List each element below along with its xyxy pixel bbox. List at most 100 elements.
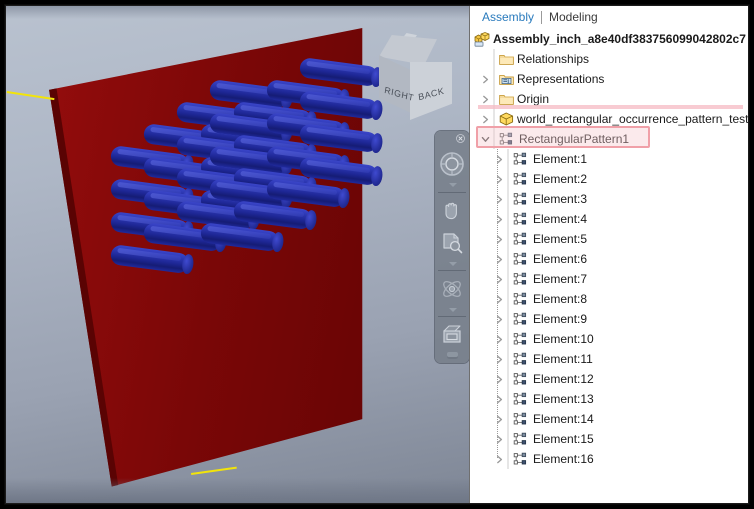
tree-connector	[491, 49, 499, 69]
chevron-down-icon-zoom[interactable]	[449, 262, 457, 266]
pattern-element-icon	[513, 352, 530, 367]
pattern-element-icon	[513, 452, 530, 467]
nav-separator-1	[438, 192, 466, 193]
pattern-element-icon	[513, 392, 530, 407]
navigation-bar[interactable]	[435, 131, 469, 363]
tree-node-element-7-label: Element:7	[533, 272, 588, 286]
cylinder-element[interactable]	[109, 244, 190, 275]
chevron-down-icon[interactable]	[480, 129, 491, 149]
tree-node-origin[interactable]: Origin	[470, 89, 749, 109]
chevron-down-icon-wheel[interactable]	[449, 183, 457, 187]
tree-node-element-16-label: Element:16	[533, 452, 594, 466]
tree-node-element-2-label: Element:2	[533, 172, 588, 186]
tree-node-element-15[interactable]: Element:15	[470, 429, 749, 449]
look-at-icon[interactable]	[439, 319, 465, 351]
navbar-drag-handle[interactable]	[447, 352, 458, 359]
tree-node-element-4[interactable]: Element:4	[470, 209, 749, 229]
tree-node-element-10[interactable]: Element:10	[470, 329, 749, 349]
tree-node-element-13[interactable]: Element:13	[470, 389, 749, 409]
chevron-right-icon[interactable]	[494, 229, 505, 249]
tab-assembly[interactable]: Assembly	[476, 10, 540, 24]
browser-tabs[interactable]: Assembly Modeling	[470, 5, 749, 29]
orbit-icon[interactable]	[439, 273, 465, 305]
pattern-element-icon	[513, 372, 530, 387]
part-cube-icon	[499, 112, 514, 126]
chevron-down-icon-orbit[interactable]	[449, 308, 457, 312]
tree-node-element-1-label: Element:1	[533, 152, 588, 166]
tab-divider	[541, 10, 543, 24]
tree-node-origin-label: Origin	[517, 92, 550, 106]
tree-node-element-9-label: Element:9	[533, 312, 588, 326]
tree-node-element-7[interactable]: Element:7	[470, 269, 749, 289]
chevron-right-icon[interactable]	[494, 369, 505, 389]
tree-connector	[505, 269, 513, 289]
chevron-right-icon[interactable]	[494, 149, 505, 169]
chevron-right-icon[interactable]	[494, 449, 505, 469]
chevron-right-icon[interactable]	[494, 269, 505, 289]
tree-connector	[505, 289, 513, 309]
tree-node-element-14-label: Element:14	[533, 412, 594, 426]
tree-node-element-14[interactable]: Element:14	[470, 409, 749, 429]
chevron-right-icon[interactable]	[494, 289, 505, 309]
chevron-right-icon[interactable]	[494, 249, 505, 269]
pattern-element-icon	[513, 332, 530, 347]
pan-hand-icon[interactable]	[439, 195, 465, 225]
tree-node-element-11[interactable]: Element:11	[470, 349, 749, 369]
chevron-right-icon[interactable]	[494, 349, 505, 369]
tree-node-relationships[interactable]: Relationships	[470, 49, 749, 69]
folder-icon	[499, 53, 514, 66]
tree-connector	[505, 189, 513, 209]
pattern-element-icon	[513, 292, 530, 307]
tree-node-element-2[interactable]: Element:2	[470, 169, 749, 189]
chevron-right-icon[interactable]	[480, 69, 491, 89]
tree-node-element-4-label: Element:4	[533, 212, 588, 226]
tree-node-element-3-label: Element:3	[533, 192, 588, 206]
tree-node-element-3[interactable]: Element:3	[470, 189, 749, 209]
chevron-right-icon[interactable]	[494, 409, 505, 429]
tree-connector	[505, 309, 513, 329]
chevron-right-icon[interactable]	[494, 169, 505, 189]
tree-node-element-16[interactable]: Element:16	[470, 449, 749, 469]
tree-connector	[505, 409, 513, 429]
tree-node-element-8[interactable]: Element:8	[470, 289, 749, 309]
chevron-right-icon[interactable]	[494, 429, 505, 449]
tree-node-element-1[interactable]: Element:1	[470, 149, 749, 169]
tree-node-root-label: Assembly_inch_a8e40df383756099042802c7	[493, 32, 746, 46]
pattern-element-icon	[513, 412, 530, 427]
chevron-right-icon[interactable]	[494, 209, 505, 229]
chevron-right-icon[interactable]	[480, 109, 491, 129]
tree-connector	[491, 129, 499, 149]
tree-node-world-rectangular-occurrence-pattern-test-asse[interactable]: world_rectangular_occurrence_pattern_tes…	[470, 109, 749, 129]
tree-node-element-5-label: Element:5	[533, 232, 588, 246]
model-browser-panel[interactable]: Assembly Modeling Assembly_inch_a8e40df3…	[469, 5, 749, 504]
tree-node-element-12[interactable]: Element:12	[470, 369, 749, 389]
tab-modeling[interactable]: Modeling	[543, 10, 604, 24]
tree-node-element-5[interactable]: Element:5	[470, 229, 749, 249]
zoom-window-icon[interactable]	[439, 227, 465, 259]
tree-node-root[interactable]: Assembly_inch_a8e40df383756099042802c7	[470, 29, 749, 49]
tree-node-element-9[interactable]: Element:9	[470, 309, 749, 329]
view-cube-face-right[interactable]	[379, 55, 411, 113]
steering-wheel-icon[interactable]	[439, 147, 465, 181]
tree-node-element-6[interactable]: Element:6	[470, 249, 749, 269]
tree-node-relationships-label: Relationships	[517, 52, 590, 66]
tree-node-representations[interactable]: Representations	[470, 69, 749, 89]
folder-icon	[499, 93, 514, 106]
3d-viewport[interactable]: RIGHT BACK	[5, 5, 469, 504]
view-cube[interactable]: RIGHT BACK	[373, 33, 459, 120]
close-icon[interactable]	[456, 134, 465, 143]
chevron-right-icon[interactable]	[480, 89, 491, 109]
assembly-icon	[474, 31, 490, 47]
tree-node-rectangularpattern1[interactable]: RectangularPattern1	[470, 129, 749, 149]
tree-connector	[491, 69, 499, 89]
chevron-right-icon[interactable]	[494, 389, 505, 409]
model-tree[interactable]: Assembly_inch_a8e40df383756099042802c7 R…	[470, 29, 749, 504]
cylinder-element[interactable]	[298, 57, 379, 88]
chevron-right-icon[interactable]	[494, 309, 505, 329]
tree-connector	[505, 229, 513, 249]
chevron-right-icon[interactable]	[494, 189, 505, 209]
tree-node-element-10-label: Element:10	[533, 332, 594, 346]
nav-separator-2	[438, 270, 466, 271]
chevron-right-icon[interactable]	[494, 329, 505, 349]
pattern-element-icon	[513, 432, 530, 447]
